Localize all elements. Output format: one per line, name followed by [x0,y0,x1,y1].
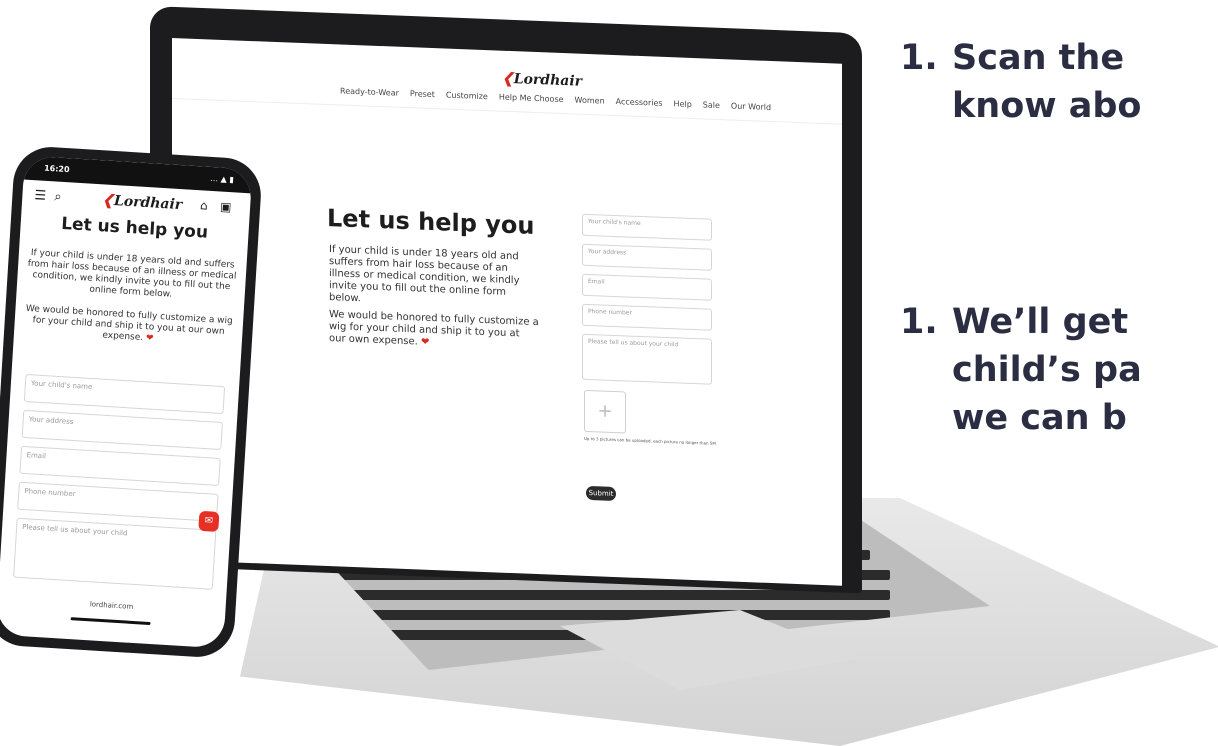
nav-item-ready-to-wear[interactable]: Ready-to-Wear [340,86,399,97]
search-icon[interactable]: ⌕ [54,189,62,204]
logo-text: Lordhair [513,71,583,90]
desktop-logo[interactable]: ❮Lordhair [502,71,582,90]
step-1-line1: Scan the [952,38,1125,78]
desktop-upload-note: Up to 3 pictures can be uploaded, each p… [584,435,716,446]
mobile-logo[interactable]: ❮Lordhair [102,192,183,213]
logo-text: Lordhair [113,193,183,214]
desktop-about-textarea[interactable]: Please tell us about your child [582,333,712,385]
nav-item-accessories[interactable]: Accessories [616,97,663,108]
step-2-line3: we can b [952,398,1127,438]
step-2-number: 1. [900,302,938,342]
nav-item-women[interactable]: Women [575,95,605,105]
logo-mark-icon: ❮ [502,70,514,88]
chat-icon[interactable]: ✉ [198,510,220,532]
desktop-submit-button[interactable]: Submit [586,485,616,502]
mobile-address-input[interactable]: Your address [21,409,223,451]
desktop-email-input[interactable]: Email [582,273,712,301]
nav-item-help[interactable]: Help [674,99,692,109]
phone-status-bar: 16:20 … ▲ ▮ [23,155,253,194]
mobile-offer-text: We would be honored to fully customize a… [25,303,234,344]
heart-icon: ❤ [145,333,154,344]
mobile-page-title: Let us help you [60,213,209,243]
mobile-url-bar: lordhair.com [89,600,134,611]
menu-icon[interactable]: ☰ [34,188,47,204]
phone-frame: 16:20 … ▲ ▮ ☰ ⌕ ❮Lordhair ⌂ ▣ Let us hel… [0,144,264,660]
step-1-text: 1. Scan the know abo [900,34,1141,130]
nav-item-preset[interactable]: Preset [410,89,435,99]
step-2-text: 1. We’ll get child’s pa we can b [900,298,1142,442]
status-icons: … ▲ ▮ [209,173,235,185]
home-indicator [70,617,151,626]
mobile-offer-paragraph: We would be honored to fully customize a… [22,304,236,350]
mobile-phone-input[interactable]: Phone number [17,481,219,522]
mobile-email-input[interactable]: Email [19,445,221,486]
nav-item-our-world[interactable]: Our World [731,101,771,112]
heart-icon: ❤ [421,336,430,348]
key-row [370,610,890,620]
phone-screen: 16:20 … ▲ ▮ ☰ ⌕ ❮Lordhair ⌂ ▣ Let us hel… [0,155,253,649]
user-icon[interactable]: ⌂ [200,198,208,212]
desktop-nav: Ready-to-Wear Preset Customize Help Me C… [340,86,771,112]
key-row [350,590,890,600]
desktop-offer-text: We would be honored to fully customize a… [329,309,539,348]
mobile-about-textarea[interactable]: Please tell us about your child [13,517,217,590]
nav-item-help-me-choose[interactable]: Help Me Choose [499,93,564,104]
desktop-child-name-input[interactable]: Your child's name [582,213,712,241]
logo-mark-icon: ❮ [101,192,115,209]
status-time: 16:20 [43,163,70,175]
step-1-line2: know abo [952,86,1142,126]
desktop-intro-paragraph: If your child is under 18 years old and … [329,244,520,305]
step-2-line2: child’s pa [952,350,1142,390]
step-1-number: 1. [900,38,938,78]
desktop-offer-paragraph: We would be honored to fully customize a… [329,309,539,353]
step-2-line1: We’ll get [952,302,1129,342]
nav-item-customize[interactable]: Customize [446,91,488,102]
desktop-photo-upload[interactable]: + [584,389,626,434]
desktop-address-input[interactable]: Your address [582,243,712,271]
nav-item-sale[interactable]: Sale [703,100,720,110]
desktop-phone-input[interactable]: Phone number [582,303,712,331]
laptop-screen: ❮Lordhair Ready-to-Wear Preset Customize… [172,38,842,586]
desktop-page-title: Let us help you [327,203,535,240]
mobile-child-name-input[interactable]: Your child's name [23,373,226,415]
cart-icon[interactable]: ▣ [220,200,232,215]
mobile-intro-paragraph: If your child is under 18 years old and … [27,248,237,300]
